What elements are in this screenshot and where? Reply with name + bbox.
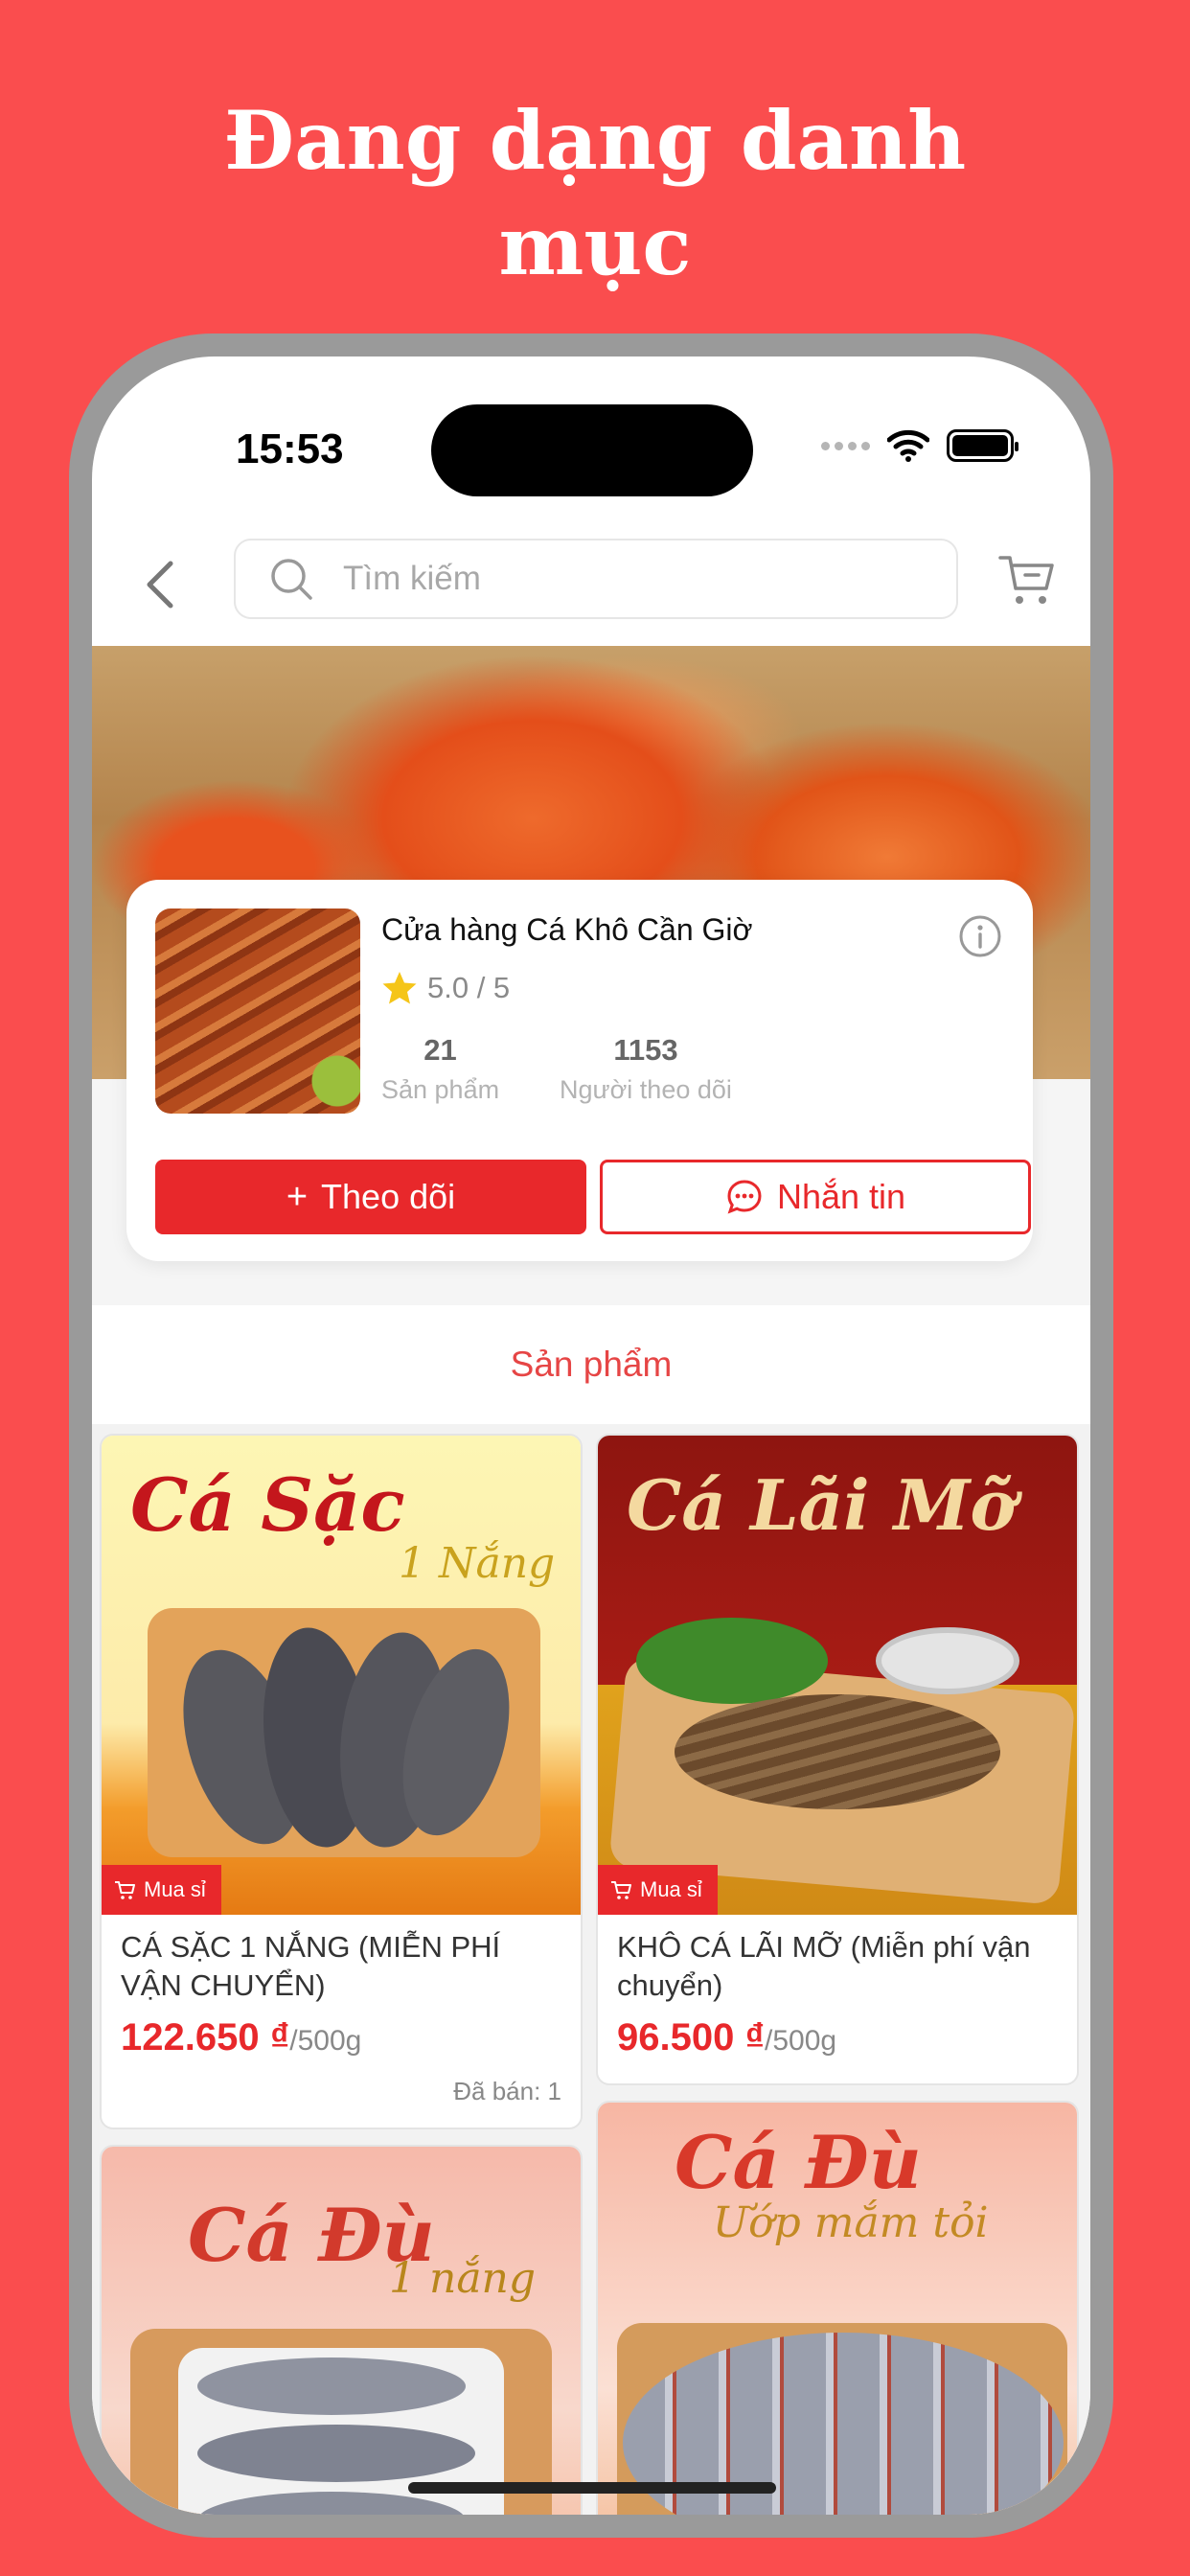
cart-icon[interactable] (996, 550, 1058, 610)
battery-icon (947, 429, 1018, 462)
badge-label: Mua sỉ (640, 1877, 702, 1901)
phone-frame: 15:53 Tìm kiếm Cửa hàng Cá Khô Cần Giờ 5… (69, 334, 1113, 2538)
followers-label: Người theo dõi (560, 1075, 732, 1104)
image-subtitle: Ướp mắm tỏi (713, 2198, 989, 2247)
wholesale-badge: Mua sỉ (598, 1865, 718, 1915)
search-icon (271, 559, 312, 600)
store-card: Cửa hàng Cá Khô Cần Giờ 5.0 / 5 21 Sản p… (126, 880, 1033, 1261)
dynamic-island (431, 404, 753, 496)
back-icon[interactable] (134, 556, 192, 613)
image-subtitle: 1 nắng (389, 2254, 537, 2303)
headline-line-1: Đang dạng danh (223, 93, 967, 188)
promo-headline: Đang dạng danh mục (0, 88, 1190, 299)
info-icon[interactable] (958, 914, 1002, 958)
cart-badge-icon (611, 1881, 631, 1899)
product-name: CÁ SẶC 1 NẮNG (MIỄN PHÍ VẬN CHUYỂN) (121, 1930, 501, 2002)
fish-shape (197, 2425, 475, 2482)
chat-button[interactable]: Nhắn tin (600, 1160, 1031, 1234)
status-icons (821, 429, 1018, 462)
top-navbar: Tìm kiếm (92, 529, 1090, 640)
product-image: Cá Lãi Mỡ Mua sỉ (598, 1436, 1077, 1915)
product-card[interactable]: Cá Đù 1 nắng (100, 2145, 583, 2515)
wifi-icon (887, 429, 929, 462)
signal-icon (821, 441, 870, 450)
search-input[interactable]: Tìm kiếm (234, 539, 958, 619)
products-count: 21 (423, 1033, 457, 1067)
sold-count: Đã bán: 1 (453, 2077, 561, 2105)
wholesale-badge: Mua sỉ (102, 1865, 221, 1915)
cart-badge-icon (115, 1881, 135, 1899)
headline-line-2: mục (498, 198, 692, 293)
fish-shape (675, 1694, 1000, 1809)
store-rating: 5.0 / 5 (381, 970, 510, 1006)
follow-button[interactable]: + Theo dõi (155, 1160, 586, 1234)
herbs-shape (636, 1618, 828, 1704)
product-price: 122.650 ₫ (121, 2016, 290, 2058)
product-price-line: 96.500 ₫ /500g (598, 2005, 1077, 2059)
stat-followers: 1153 Người theo dõi (560, 1033, 732, 1105)
follow-label: Theo dõi (321, 1177, 456, 1216)
image-title: Cá Đù (675, 2120, 922, 2205)
chat-icon (727, 1180, 762, 1214)
badge-label: Mua sỉ (144, 1877, 206, 1901)
products-label: Sản phẩm (381, 1075, 500, 1104)
sauce-bowl (876, 1627, 1019, 1694)
home-indicator[interactable] (408, 2482, 776, 2494)
product-unit: /500g (289, 2025, 362, 2057)
product-image: Cá Sặc 1 Nắng Mua sỉ (102, 1436, 581, 1915)
store-name: Cửa hàng Cá Khô Cần Giờ (381, 912, 753, 947)
product-card[interactable]: Cá Sặc 1 Nắng Mua sỉ CÁ SẶC 1 NẮNG (MIỄN… (100, 1434, 583, 2129)
image-subtitle: 1 Nắng (399, 1539, 556, 1588)
plus-icon: + (286, 1176, 309, 1217)
product-image: Cá Đù 1 nắng (102, 2147, 581, 2515)
product-image: Cá Đù Ướp mắm tỏi (598, 2103, 1077, 2515)
followers-count: 1153 (613, 1033, 678, 1067)
rating-value: 5.0 / 5 (427, 971, 511, 1004)
store-avatar (155, 908, 360, 1114)
product-price: 96.500 ₫ (617, 2016, 765, 2058)
status-time: 15:53 (236, 426, 344, 472)
image-title: Cá Sặc (130, 1462, 405, 1548)
image-title: Cá Lãi Mỡ (627, 1464, 1017, 1546)
product-card[interactable]: Cá Đù Ướp mắm tỏi (596, 2101, 1079, 2515)
fish-shape (197, 2358, 466, 2415)
chat-label: Nhắn tin (776, 1177, 906, 1216)
product-card[interactable]: Cá Lãi Mỡ Mua sỉ KHÔ CÁ LÃI MỠ (Miễn phí… (596, 1434, 1079, 2085)
product-name: KHÔ CÁ LÃI MỠ (Miễn phí vận chuyển) (617, 1930, 1031, 2002)
product-unit: /500g (764, 2025, 837, 2057)
search-placeholder: Tìm kiếm (343, 560, 481, 597)
tab-products[interactable]: Sản phẩm (511, 1345, 673, 1385)
stat-products: 21 Sản phẩm (381, 1033, 499, 1105)
star-icon (382, 972, 417, 1004)
product-price-line: 122.650 ₫ /500g (102, 2005, 581, 2059)
tab-bar: Sản phẩm (92, 1305, 1090, 1424)
app-screen: 15:53 Tìm kiếm Cửa hàng Cá Khô Cần Giờ 5… (92, 356, 1090, 2515)
